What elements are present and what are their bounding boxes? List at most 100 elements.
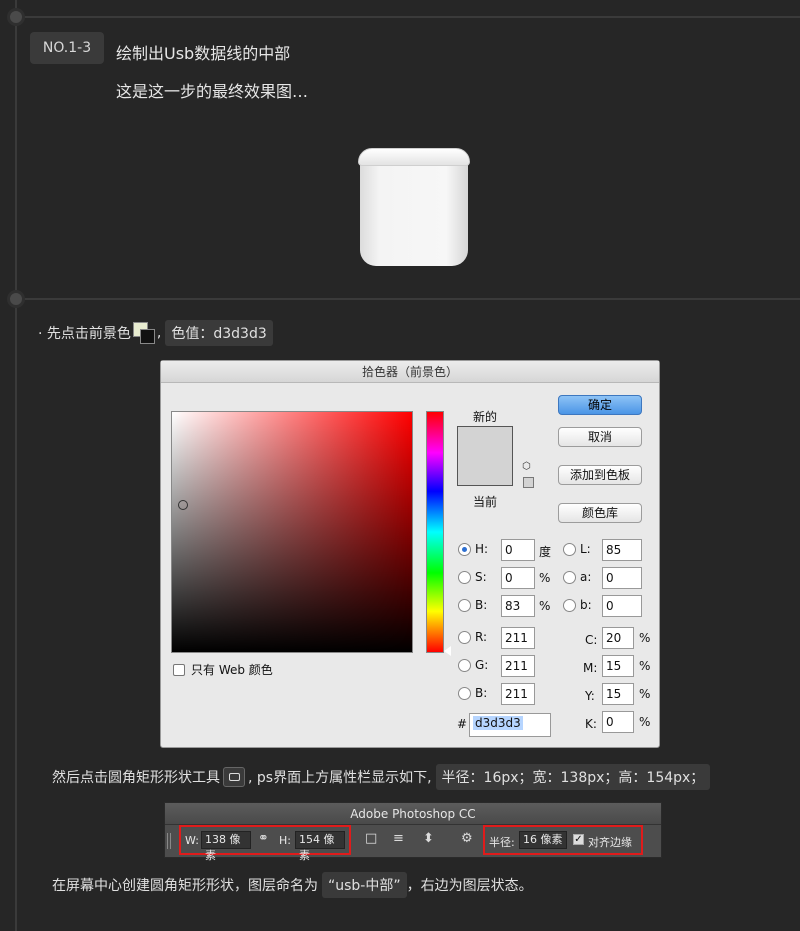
blue-input[interactable]: 211 — [501, 683, 535, 705]
yellow-label: Y: — [585, 689, 595, 703]
web-safe-swatch[interactable] — [523, 477, 534, 488]
cyan-unit: % — [639, 631, 651, 645]
path-arrangement-icon[interactable]: ⬍ — [423, 831, 434, 846]
cancel-button[interactable]: 取消 — [558, 427, 642, 447]
blue-radio[interactable]: B: — [458, 686, 487, 700]
instruction-text: · 先点击前景色 — [38, 326, 131, 342]
brightness-radio-button[interactable] — [458, 598, 471, 612]
height-input[interactable]: 154 像素 — [295, 831, 345, 862]
b-channel-input[interactable]: 0 — [602, 595, 642, 617]
usb-middle-body — [360, 162, 468, 266]
red-radio-button[interactable] — [458, 630, 471, 644]
color-field[interactable] — [171, 411, 413, 653]
props-pill: 半径：16px；宽：138px；高：154px； — [435, 764, 711, 790]
hue-slider-handle[interactable] — [444, 646, 451, 656]
foreground-color-icon — [132, 322, 155, 344]
instruction-rounded-rect: 然后点击圆角矩形形状工具 , ps界面上方属性栏显示如下, 半径：16px；宽：… — [52, 764, 711, 790]
gear-icon[interactable]: ⚙ — [461, 831, 473, 846]
brightness-input[interactable]: 83 — [501, 595, 535, 617]
hex-input[interactable]: d3d3d3 — [469, 713, 551, 737]
step-badge: NO.1-3 — [30, 32, 104, 64]
path-operations-icon[interactable]: □ — [365, 831, 377, 846]
usb-middle-top — [358, 148, 470, 166]
magenta-unit: % — [639, 659, 651, 673]
instruction-text: ，右边为图层状态。 — [406, 878, 533, 894]
blue-radio-button[interactable] — [458, 686, 471, 700]
path-alignment-icon[interactable]: ≡ — [393, 831, 404, 846]
hue-unit: 度 — [539, 545, 552, 559]
cyan-input[interactable]: 20 — [602, 627, 634, 649]
rounded-rectangle-tool-icon — [223, 767, 245, 787]
radius-input[interactable]: 16 像素 — [519, 831, 567, 849]
instruction-text: 在屏幕中心创建圆角矩形形状，图层命名为 — [52, 878, 318, 894]
saturation-radio-button[interactable] — [458, 570, 471, 584]
section-divider — [15, 16, 800, 18]
color-value-pill: 色值：d3d3d3 — [165, 320, 273, 346]
black-unit: % — [639, 715, 651, 729]
timeline-line — [15, 0, 17, 931]
align-edges-checkbox[interactable]: ✓ — [573, 834, 584, 845]
red-radio[interactable]: R: — [458, 630, 487, 644]
hue-slider[interactable] — [426, 411, 444, 653]
comma: , — [156, 325, 162, 341]
lightness-input[interactable]: 85 — [602, 539, 642, 561]
color-picker-dialog: 拾色器（前景色） 只有 Web 颜色 新的 当前 ⬡ 确定 取消 添加到色板 颜… — [160, 360, 660, 748]
saturation-input[interactable]: 0 — [501, 567, 535, 589]
instruction-text: 然后点击圆角矩形形状工具 — [52, 770, 220, 786]
yellow-unit: % — [639, 687, 651, 701]
yellow-input[interactable]: 15 — [602, 683, 634, 705]
color-field-marker[interactable] — [178, 500, 188, 510]
saturation-unit: % — [539, 571, 551, 585]
instruction-layer: 在屏幕中心创建圆角矩形形状，图层命名为 “usb-中部” ，右边为图层状态。 — [52, 872, 533, 898]
a-channel-input[interactable]: 0 — [602, 567, 642, 589]
green-radio-button[interactable] — [458, 658, 471, 672]
current-color-label: 当前 — [473, 495, 498, 509]
photoshop-options-bar: Adobe Photoshop CC W: 138 像素 ⚭ H: 154 像素… — [164, 802, 662, 862]
lightness-radio[interactable]: L: — [563, 542, 591, 556]
web-only-option[interactable]: 只有 Web 颜色 — [173, 661, 273, 678]
new-color-label: 新的 — [473, 410, 498, 424]
add-to-swatches-button[interactable]: 添加到色板 — [558, 465, 642, 485]
green-input[interactable]: 211 — [501, 655, 535, 677]
step-title: 绘制出Usb数据线的中部 — [116, 44, 291, 63]
radius-label: 半径: — [489, 836, 515, 849]
link-icon[interactable]: ⚭ — [258, 831, 269, 846]
hex-hash-label: # — [457, 717, 468, 731]
web-only-checkbox[interactable] — [173, 663, 185, 676]
magenta-input[interactable]: 15 — [602, 655, 634, 677]
drag-handle[interactable] — [167, 833, 171, 849]
align-edges-label: 对齐边缘 — [588, 836, 632, 849]
b-channel-radio[interactable]: b: — [563, 598, 592, 612]
saturation-radio[interactable]: S: — [458, 570, 487, 584]
dialog-title: 拾色器（前景色） — [161, 361, 659, 383]
green-radio[interactable]: G: — [458, 658, 488, 672]
gamut-cube-icon[interactable]: ⬡ — [522, 461, 531, 472]
red-input[interactable]: 211 — [501, 627, 535, 649]
black-label: K: — [585, 717, 597, 731]
timeline-dot — [7, 290, 25, 308]
b-channel-radio-button[interactable] — [563, 598, 576, 612]
lightness-radio-button[interactable] — [563, 542, 576, 556]
web-only-label: 只有 Web 颜色 — [191, 663, 273, 677]
instruction-foreground: · 先点击前景色 , 色值：d3d3d3 — [38, 320, 273, 346]
hue-input[interactable]: 0 — [501, 539, 535, 561]
width-input[interactable]: 138 像素 — [201, 831, 251, 862]
ok-button[interactable]: 确定 — [558, 395, 642, 415]
hex-value: d3d3d3 — [473, 716, 523, 730]
height-label: H: — [279, 834, 291, 847]
black-input[interactable]: 0 — [602, 711, 634, 733]
instruction-text: , ps界面上方属性栏显示如下, — [248, 770, 432, 786]
brightness-radio[interactable]: B: — [458, 598, 487, 612]
width-label: W: — [185, 834, 199, 847]
layer-name-pill: “usb-中部” — [322, 872, 407, 898]
hue-radio[interactable]: H: — [458, 542, 488, 556]
a-channel-radio-button[interactable] — [563, 570, 576, 584]
timeline-dot — [7, 8, 25, 26]
cyan-label: C: — [585, 633, 598, 647]
magenta-label: M: — [583, 661, 598, 675]
hue-radio-button[interactable] — [458, 542, 471, 556]
a-channel-radio[interactable]: a: — [563, 570, 591, 584]
color-libraries-button[interactable]: 颜色库 — [558, 503, 642, 523]
brightness-unit: % — [539, 599, 551, 613]
usb-middle-preview — [358, 148, 470, 266]
